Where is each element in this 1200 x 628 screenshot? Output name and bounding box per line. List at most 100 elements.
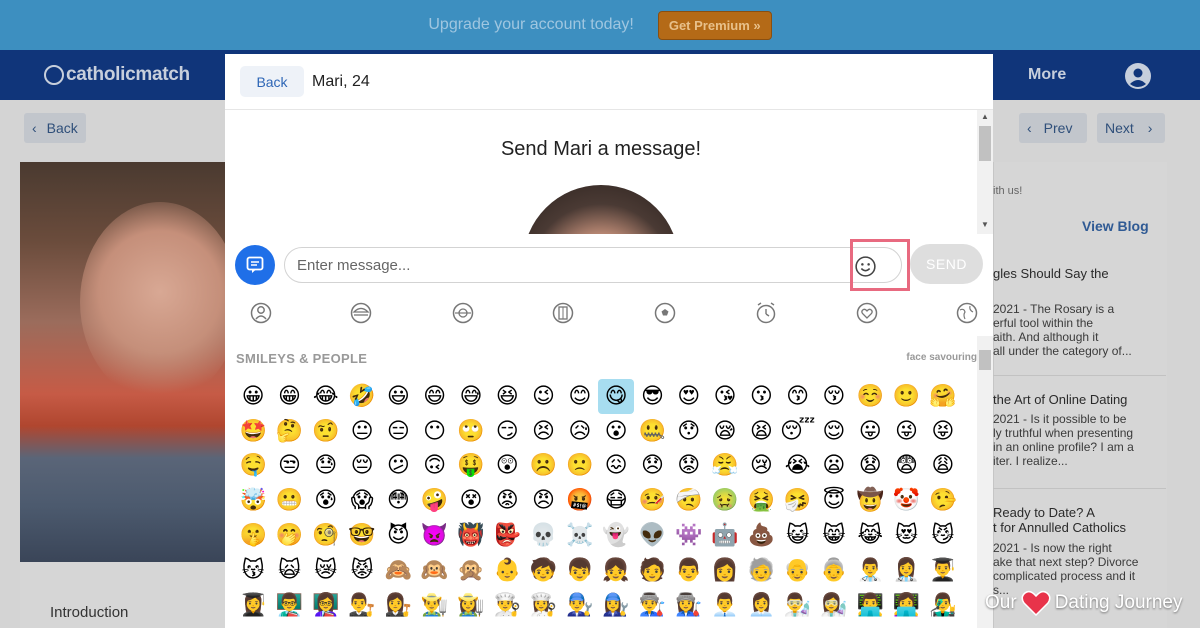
emoji-item[interactable]: 👨‍🔬 xyxy=(779,588,815,623)
emoji-item[interactable]: 👺 xyxy=(489,518,525,553)
emoji-item[interactable]: 👩‍⚖️ xyxy=(380,588,416,623)
emoji-item[interactable]: 😞 xyxy=(634,449,670,484)
emoji-item[interactable]: 😝 xyxy=(925,414,961,449)
emoji-item[interactable]: 👨‍🎤 xyxy=(925,588,961,623)
emoji-item[interactable]: 🤐 xyxy=(634,414,670,449)
ball-icon[interactable] xyxy=(653,301,677,325)
food-icon[interactable] xyxy=(349,301,373,325)
heart-icon[interactable] xyxy=(855,301,879,325)
scroll-down-icon[interactable]: ▼ xyxy=(981,220,989,229)
emoji-item[interactable]: 😹 xyxy=(852,518,888,553)
emoji-item[interactable]: 🤤 xyxy=(235,449,271,484)
emoji-item[interactable]: 👨‍⚖️ xyxy=(344,588,380,623)
emoji-item[interactable]: 🤢 xyxy=(707,483,743,518)
nav-more[interactable]: More xyxy=(1028,66,1066,84)
emoji-item[interactable]: 😆 xyxy=(489,379,525,414)
emoji-item[interactable]: 😋 xyxy=(597,379,635,414)
emoji-item[interactable]: 😘 xyxy=(707,379,743,414)
emoji-item[interactable]: 👨 xyxy=(671,553,707,588)
emoji-item[interactable]: 👽 xyxy=(634,518,670,553)
chat-icon-button[interactable] xyxy=(235,245,275,285)
emoji-item[interactable]: 😨 xyxy=(888,449,924,484)
emoji-item[interactable]: 👻 xyxy=(598,518,634,553)
emoji-item[interactable]: 🧑 xyxy=(634,553,670,588)
emoji-item[interactable]: 😃 xyxy=(380,379,416,414)
emoji-item[interactable]: 😬 xyxy=(271,483,307,518)
clock-icon[interactable] xyxy=(754,301,778,325)
emoji-item[interactable]: 🤔 xyxy=(271,414,307,449)
emoji-item[interactable]: 👾 xyxy=(671,518,707,553)
emoji-item[interactable]: 👨‍🏫 xyxy=(271,588,307,623)
emoji-item[interactable]: 😺 xyxy=(779,518,815,553)
scroll-up-icon[interactable]: ▲ xyxy=(981,112,989,121)
emoji-item[interactable]: 👴 xyxy=(779,553,815,588)
emoji-item[interactable]: 🙄 xyxy=(453,414,489,449)
emoji-item[interactable]: 😌 xyxy=(816,414,852,449)
emoji-item[interactable]: 😈 xyxy=(380,518,416,553)
emoji-item[interactable]: 🤨 xyxy=(308,414,344,449)
emoji-item[interactable]: 😐 xyxy=(344,414,380,449)
emoji-item[interactable]: 👩‍💼 xyxy=(743,588,779,623)
emoji-item[interactable]: 👧 xyxy=(598,553,634,588)
emoji-item[interactable]: 😕 xyxy=(380,449,416,484)
modal-back-button[interactable]: Back xyxy=(240,66,304,97)
emoji-item[interactable]: 😪 xyxy=(707,414,743,449)
emoji-item[interactable]: 🧐 xyxy=(308,518,344,553)
emoji-item[interactable]: 👨‍🌾 xyxy=(416,588,452,623)
emoji-item[interactable]: 🙃 xyxy=(416,449,452,484)
emoji-item[interactable]: 👿 xyxy=(416,518,452,553)
emoji-item[interactable]: 🤓 xyxy=(344,518,380,553)
emoji-item[interactable]: 👩‍🏭 xyxy=(671,588,707,623)
emoji-item[interactable]: 🤠 xyxy=(852,483,888,518)
emoji-item[interactable]: 😛 xyxy=(852,414,888,449)
emoji-item[interactable]: 👨‍💻 xyxy=(852,588,888,623)
emoji-item[interactable]: 🙈 xyxy=(380,553,416,588)
emoji-item[interactable]: 🤧 xyxy=(779,483,815,518)
emoji-item[interactable]: 🤡 xyxy=(888,483,924,518)
emoji-item[interactable]: 💀 xyxy=(525,518,561,553)
emoji-item[interactable]: 😡 xyxy=(489,483,525,518)
next-button[interactable]: Next › xyxy=(1097,113,1165,143)
emoji-item[interactable]: 😏 xyxy=(489,414,525,449)
emoji-item[interactable]: 😳 xyxy=(380,483,416,518)
emoji-item[interactable]: 🧓 xyxy=(743,553,779,588)
emoji-item[interactable]: 😫 xyxy=(743,414,779,449)
emoji-item[interactable]: 😄 xyxy=(416,379,452,414)
emoji-item[interactable]: 😍 xyxy=(671,379,707,414)
emoji-item[interactable]: 😷 xyxy=(598,483,634,518)
emoji-item[interactable]: 👹 xyxy=(453,518,489,553)
emoji-item[interactable]: 💩 xyxy=(743,518,779,553)
message-scrollbar-thumb[interactable] xyxy=(979,126,991,161)
emoji-item[interactable]: 👩‍🔬 xyxy=(816,588,852,623)
emoji-item[interactable]: 😀 xyxy=(235,379,271,414)
emoji-item[interactable]: 😇 xyxy=(816,483,852,518)
view-blog-link[interactable]: View Blog xyxy=(1082,218,1149,234)
blog-title[interactable]: gles Should Say the xyxy=(993,266,1163,281)
emoji-item[interactable]: 😸 xyxy=(816,518,852,553)
emoji-item[interactable]: 😯 xyxy=(671,414,707,449)
emoji-item[interactable]: 😟 xyxy=(671,449,707,484)
emoji-item[interactable]: 😙 xyxy=(779,379,815,414)
emoji-item[interactable]: 🤖 xyxy=(707,518,743,553)
emoji-item[interactable]: 🤣 xyxy=(344,379,380,414)
emoji-item[interactable]: 😼 xyxy=(925,518,961,553)
emoji-item[interactable]: 🤩 xyxy=(235,414,271,449)
send-button[interactable]: SEND xyxy=(910,244,983,284)
emoji-item[interactable]: 😁 xyxy=(271,379,307,414)
emoji-item[interactable]: 🤪 xyxy=(416,483,452,518)
emoji-item[interactable]: 👵 xyxy=(816,553,852,588)
emoji-item[interactable]: 😭 xyxy=(779,449,815,484)
emoji-item[interactable]: 👩‍🎓 xyxy=(235,588,271,623)
emoji-item[interactable]: 🤭 xyxy=(271,518,307,553)
logo[interactable]: catholicmatch xyxy=(44,64,190,86)
emoji-item[interactable]: 🙊 xyxy=(453,553,489,588)
emoji-item[interactable]: 🙀 xyxy=(271,553,307,588)
emoji-item[interactable]: 😾 xyxy=(344,553,380,588)
emoji-item[interactable]: 🙁 xyxy=(562,449,598,484)
emoji-item[interactable]: 👩‍🏫 xyxy=(308,588,344,623)
emoji-item[interactable]: 🧒 xyxy=(525,553,561,588)
emoji-item[interactable]: 😶 xyxy=(416,414,452,449)
emoji-item[interactable]: 👨‍🔧 xyxy=(562,588,598,623)
emoji-item[interactable]: 🙂 xyxy=(888,379,924,414)
emoji-item[interactable]: 😮 xyxy=(598,414,634,449)
